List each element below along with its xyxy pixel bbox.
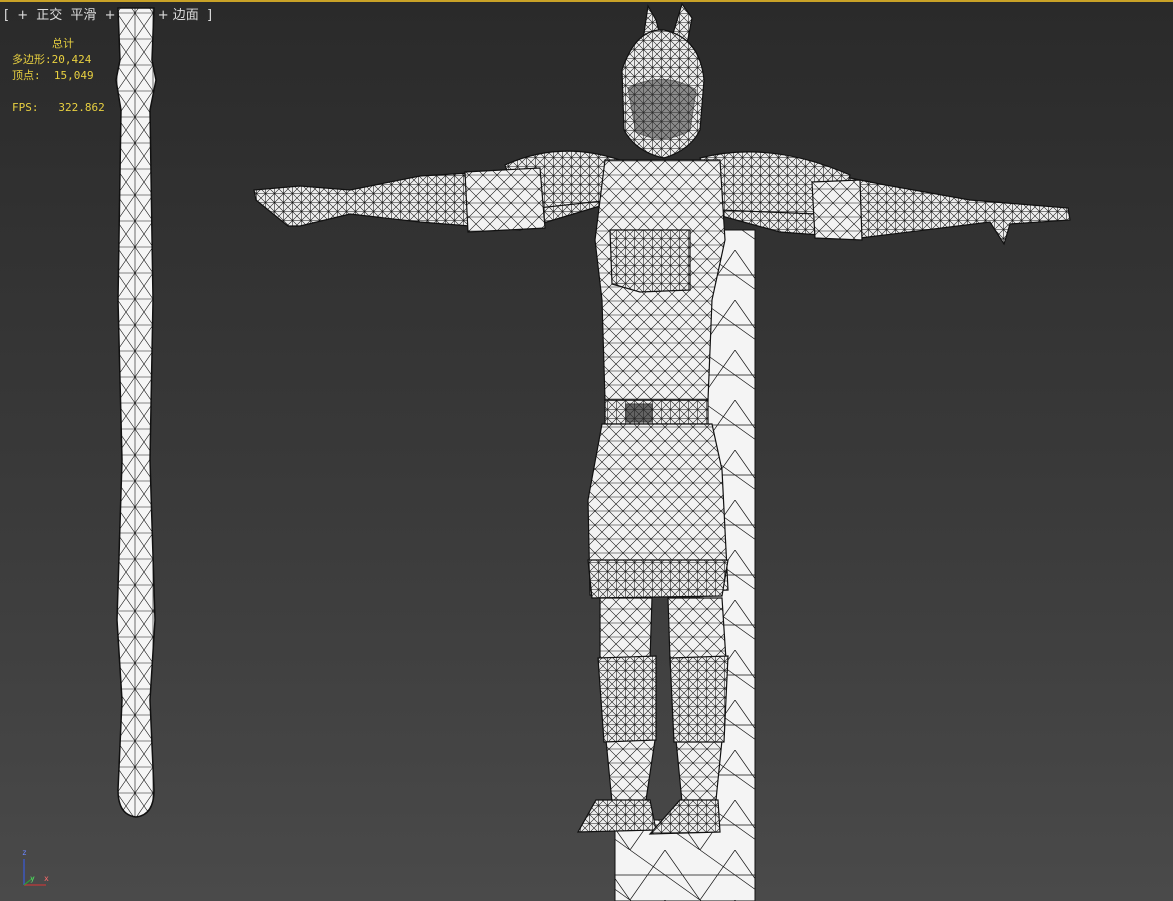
axis-z-label: z [22, 848, 27, 857]
character-mesh[interactable] [253, 2, 1071, 835]
axis-y-label: y [30, 874, 35, 883]
axis-gizmo-icon: z x y [22, 848, 49, 886]
axis-x-label: x [44, 874, 49, 883]
viewport-scene[interactable] [0, 0, 1173, 901]
staff-mesh[interactable] [115, 7, 157, 818]
